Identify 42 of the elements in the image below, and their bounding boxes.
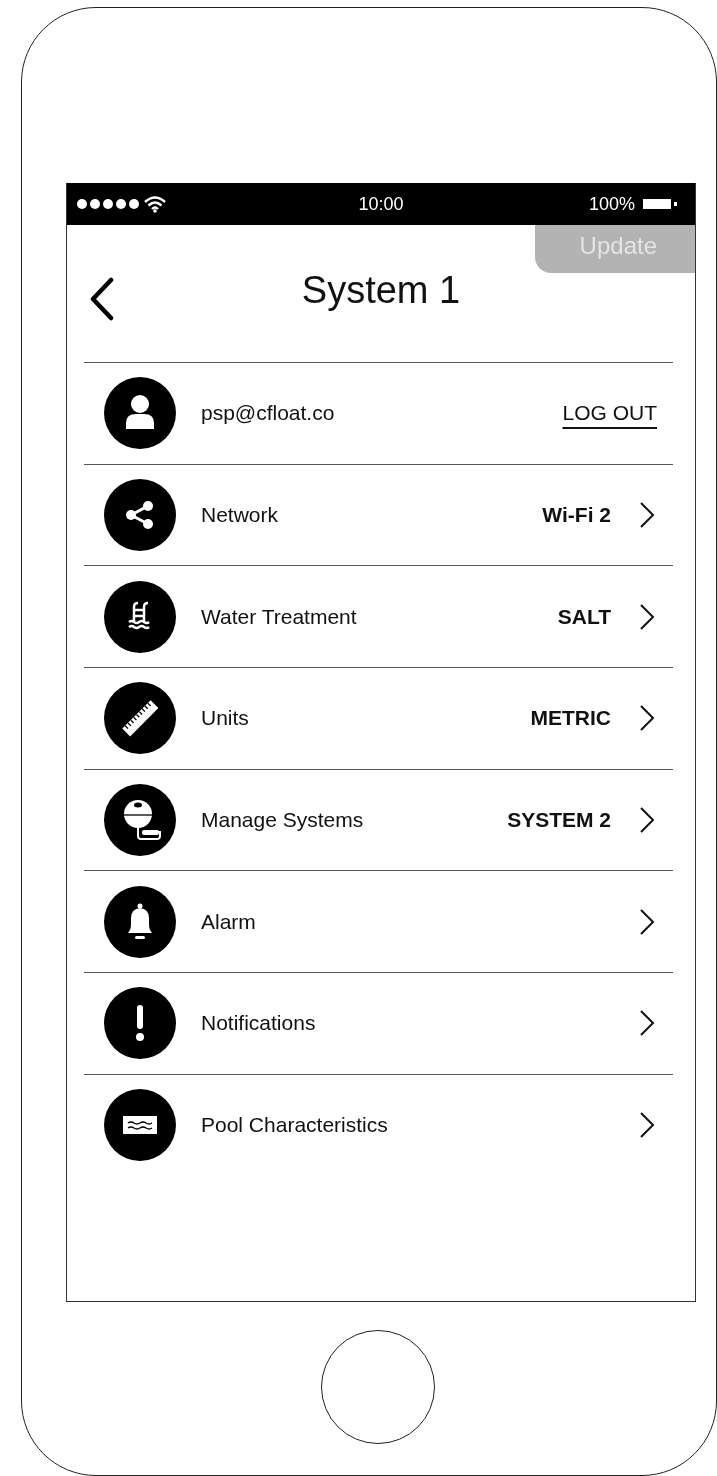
log-out-link[interactable]: LOG OUT (562, 401, 657, 426)
chevron-right-icon (639, 806, 655, 835)
row-value: Wi-Fi 2 (542, 503, 611, 528)
row-label: Notifications (201, 1011, 316, 1036)
chevron-right-icon (639, 501, 655, 530)
user-icon (104, 377, 176, 450)
chevron-right-icon (639, 704, 655, 733)
row-value: SALT (557, 604, 611, 629)
status-time: 10:00 (358, 193, 404, 215)
settings-row[interactable]: Notifications (84, 972, 673, 1074)
row-label: Pool Characteristics (201, 1113, 388, 1138)
row-label: Network (201, 503, 279, 528)
row-label: Water Treatment (201, 604, 357, 629)
settings-row[interactable]: Alarm (84, 870, 673, 973)
battery-percent: 100% (588, 193, 635, 215)
settings-row[interactable]: Pool Characteristics (84, 1073, 673, 1176)
row-label: Manage Systems (201, 808, 364, 833)
settings-row[interactable]: Units METRIC (84, 667, 673, 769)
chevron-right-icon (639, 602, 655, 631)
settings-row[interactable]: psp@cfloat.co LOG OUT (84, 362, 673, 464)
ruler-icon (104, 682, 176, 755)
bell-icon (104, 885, 176, 958)
row-label: Alarm (201, 909, 256, 934)
battery-icon (643, 198, 677, 210)
settings-row[interactable]: Network Wi-Fi 2 (84, 463, 673, 566)
page-title: System 1 (301, 269, 461, 312)
signal-icon (77, 199, 139, 209)
float-device-icon (104, 784, 176, 857)
pool-water-icon (104, 1089, 176, 1162)
settings-row[interactable]: Manage Systems SYSTEM 2 (84, 768, 673, 871)
row-value: METRIC (530, 706, 611, 731)
row-value: SYSTEM 2 (507, 808, 611, 833)
chevron-right-icon (639, 1009, 655, 1038)
chevron-right-icon (639, 1111, 655, 1140)
row-label: psp@cfloat.co (201, 401, 335, 426)
exclamation-icon (104, 987, 176, 1060)
row-label: Units (201, 706, 249, 731)
pool-ladder-icon (104, 580, 176, 653)
chevron-right-icon (639, 907, 655, 936)
settings-row[interactable]: Water Treatment SALT (84, 565, 673, 668)
share-icon (104, 479, 176, 552)
wifi-icon (143, 195, 167, 213)
